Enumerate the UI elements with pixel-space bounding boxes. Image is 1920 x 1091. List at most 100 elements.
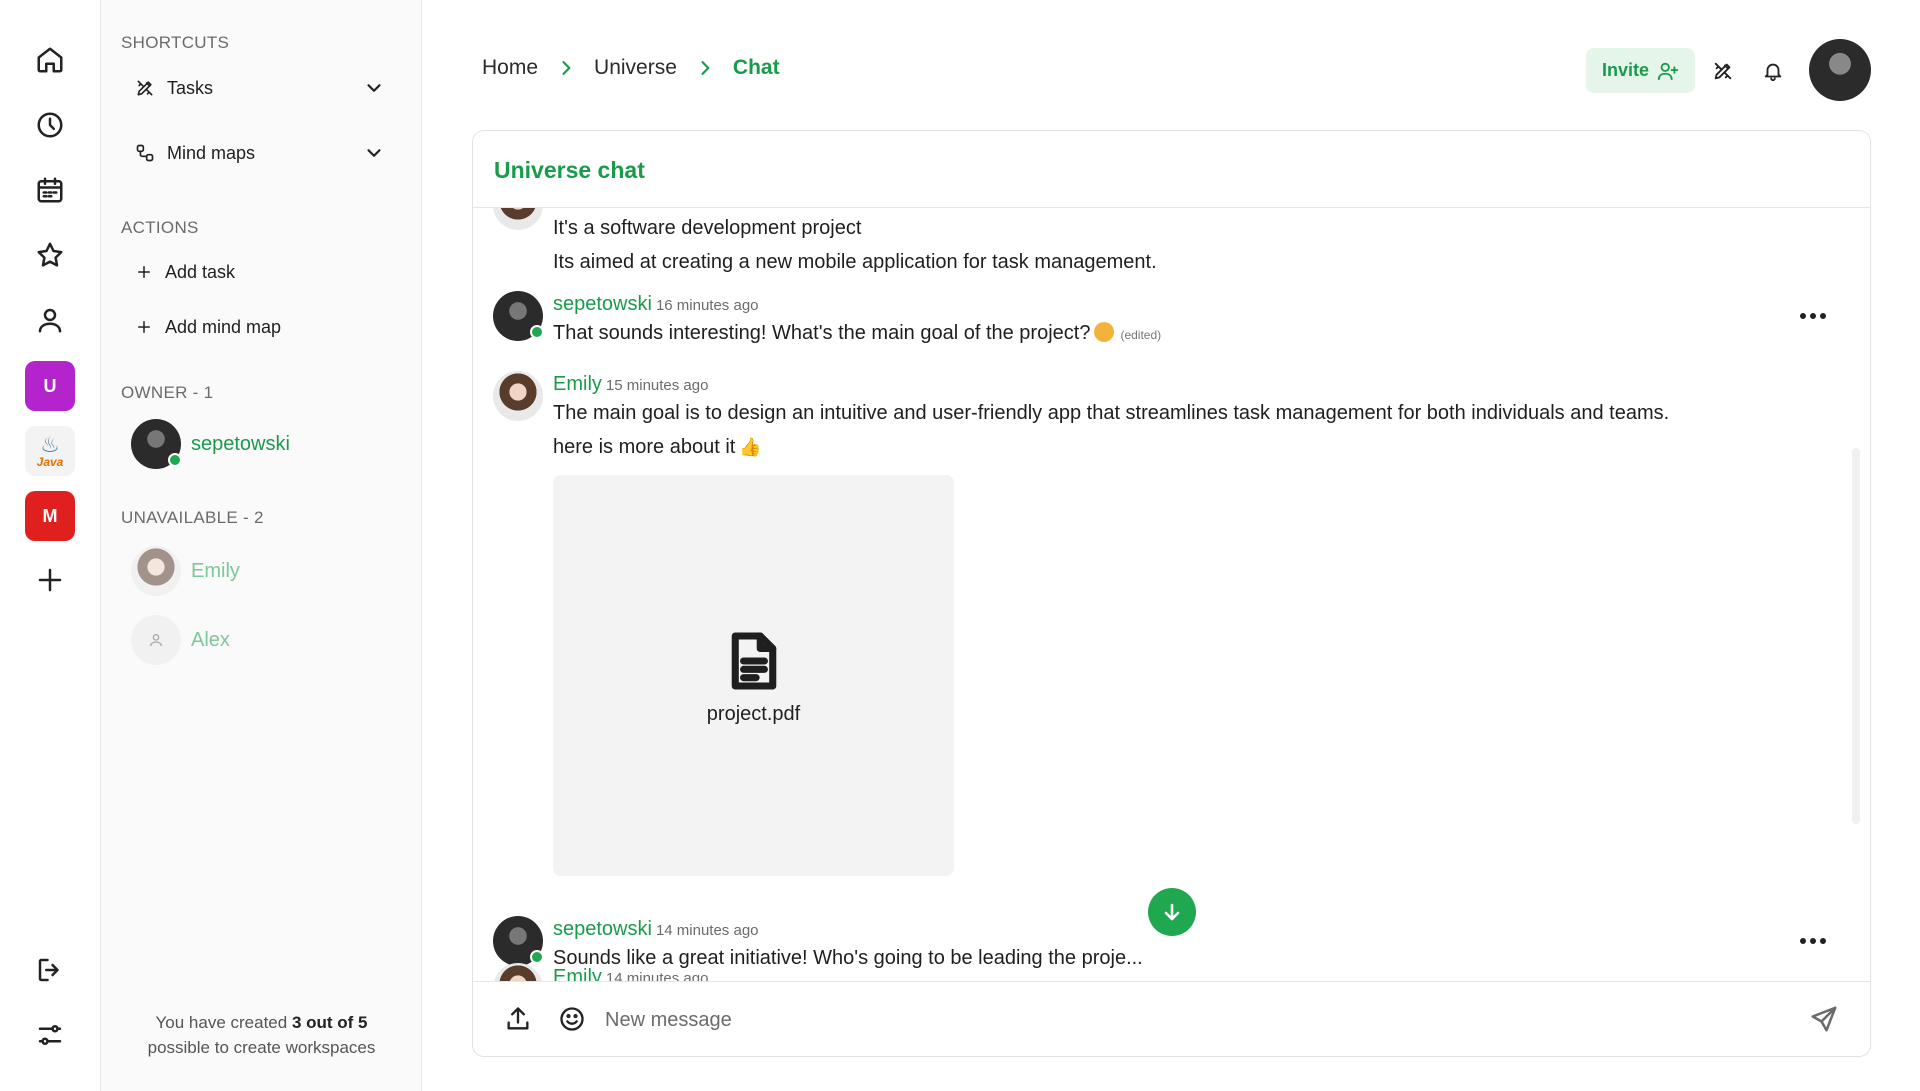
avatar <box>493 208 543 230</box>
shortcut-tasks[interactable]: Tasks <box>135 68 395 108</box>
breadcrumb: Home Universe Chat <box>482 56 780 80</box>
user-avatar[interactable] <box>1809 39 1871 101</box>
add-mind-map-button[interactable]: Add mind map <box>135 307 395 347</box>
home-icon[interactable] <box>26 36 74 84</box>
dot <box>1810 313 1816 319</box>
online-status-dot <box>168 453 182 467</box>
emoji-icon[interactable] <box>555 1002 589 1036</box>
dot <box>1820 938 1826 944</box>
avatar <box>131 546 181 596</box>
plus-icon <box>138 321 150 333</box>
message-text: It's a software development project <box>553 217 862 239</box>
shortcuts-title: SHORTCUTS <box>121 33 230 52</box>
breadcrumb-chat: Chat <box>732 56 780 79</box>
online-status-dot <box>530 950 544 964</box>
bell-icon[interactable] <box>1758 56 1788 86</box>
message-body: here is more about it <box>553 436 736 458</box>
breadcrumb-home[interactable]: Home <box>482 56 538 80</box>
message-header: sepetowski 16 minutes ago <box>553 293 759 316</box>
tasks-icon <box>137 80 153 96</box>
avatar <box>493 963 543 983</box>
message-author[interactable]: sepetowski <box>553 918 652 940</box>
message-input[interactable] <box>605 1000 1745 1040</box>
avatar <box>493 291 544 341</box>
logout-icon[interactable] <box>26 946 74 994</box>
clock-icon[interactable] <box>26 101 74 149</box>
message-author[interactable]: Emily <box>553 373 602 395</box>
avatar <box>131 419 182 469</box>
dot <box>1800 313 1806 319</box>
message-time: 16 minutes ago <box>655 297 759 314</box>
add-mind-map-label: Add mind map <box>165 316 282 337</box>
add-task-button[interactable]: Add task <box>135 252 395 292</box>
avatar <box>493 371 543 421</box>
limit-count: 3 out of 5 <box>291 1013 368 1032</box>
star-icon[interactable] <box>26 231 74 279</box>
edited-label: (edited) <box>1120 328 1162 342</box>
message-list[interactable]: It's a software development project Its … <box>473 208 1870 983</box>
mind-map-icon <box>136 144 154 162</box>
add-user-icon <box>1657 62 1679 80</box>
tasks-icon[interactable] <box>1708 56 1738 86</box>
chevron-right-icon <box>562 61 571 75</box>
scrollbar[interactable] <box>1852 448 1860 824</box>
attachment-name: project.pdf <box>706 703 801 725</box>
member-sepetowski[interactable]: sepetowski <box>131 418 290 470</box>
settings-sliders-icon[interactable] <box>26 1011 74 1059</box>
message-text: Its aimed at creating a new mobile appli… <box>553 251 1157 273</box>
message-time: 14 minutes ago <box>655 922 759 939</box>
message-text: The main goal is to design an intuitive … <box>553 402 1670 424</box>
workspace-u-label: U <box>43 375 57 396</box>
smile-emoji-icon <box>1094 322 1115 342</box>
document-icon <box>731 632 777 690</box>
workspace-m[interactable]: M <box>25 491 75 541</box>
calendar-icon[interactable] <box>26 166 74 214</box>
scroll-to-bottom-button[interactable] <box>1148 888 1196 936</box>
owner-title: OWNER - 1 <box>121 383 214 402</box>
workspace-limit-note: You have created 3 out of 5 possible to … <box>101 1010 422 1060</box>
send-icon[interactable] <box>1807 1002 1841 1036</box>
file-attachment[interactable]: project.pdf <box>553 475 954 876</box>
user-placeholder-icon <box>150 634 162 647</box>
member-name: Emily <box>191 559 240 582</box>
member-name: sepetowski <box>191 432 290 455</box>
member-name: Alex <box>191 628 230 651</box>
shortcut-mind-maps-label: Mind maps <box>167 142 256 163</box>
message-text: That sounds interesting! What's the main… <box>553 322 1161 345</box>
chat-title: Universe chat <box>494 157 645 183</box>
limit-suffix: possible to create workspaces <box>147 1038 376 1057</box>
chevron-down-icon[interactable] <box>363 77 385 99</box>
user-icon[interactable] <box>26 296 74 344</box>
online-status-dot <box>530 325 544 339</box>
message-text: here is more about it 👍 <box>553 436 762 459</box>
chevron-down-icon[interactable] <box>363 142 385 164</box>
workspace-java[interactable]: ♨ Java <box>25 426 75 476</box>
member-alex[interactable]: Alex <box>131 614 230 666</box>
message-more-button[interactable] <box>1793 306 1833 326</box>
message-header: Emily 15 minutes ago <box>553 373 708 396</box>
invite-label: Invite <box>1601 60 1649 80</box>
dot <box>1810 938 1816 944</box>
unavailable-title: UNAVAILABLE - 2 <box>121 508 264 527</box>
app-root: U ♨ Java M SHORTCUTS Tasks Mind maps ACT… <box>0 0 1920 1091</box>
message-time: 15 minutes ago <box>605 377 709 394</box>
arrow-down-icon <box>1164 903 1180 921</box>
message-body: That sounds interesting! What's the main… <box>553 322 1091 344</box>
workspace-u[interactable]: U <box>25 361 75 411</box>
dot <box>1820 313 1826 319</box>
member-emily[interactable]: Emily <box>131 545 240 597</box>
add-workspace-icon[interactable] <box>26 556 74 604</box>
add-task-label: Add task <box>165 261 236 282</box>
workspace-m-label: M <box>42 505 58 526</box>
workspace-java-label: Java <box>36 455 64 469</box>
workspace-rail: U ♨ Java M <box>0 0 101 1091</box>
message-more-button[interactable] <box>1793 931 1833 951</box>
breadcrumb-universe[interactable]: Universe <box>594 56 677 80</box>
message-author[interactable]: sepetowski <box>553 293 652 315</box>
thumbs-up-emoji-icon: 👍 <box>739 437 762 457</box>
invite-button[interactable]: Invite <box>1586 48 1695 93</box>
upload-icon[interactable] <box>501 1002 535 1036</box>
shortcut-mind-maps[interactable]: Mind maps <box>135 133 395 173</box>
message-composer <box>473 981 1870 1056</box>
avatar <box>131 615 181 665</box>
